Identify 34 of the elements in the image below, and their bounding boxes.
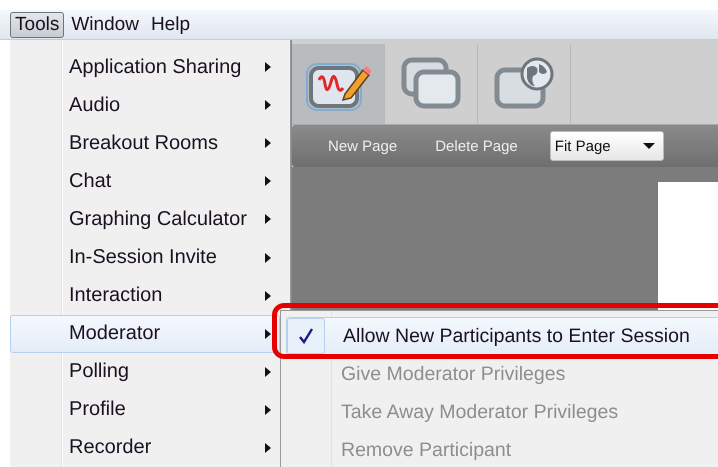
submenu-arrow-icon [265,176,271,186]
submenu-item[interactable]: Allow New Participants to Enter Session [286,317,718,355]
submenu-arrow-icon [265,328,271,339]
menu-title[interactable]: Window [66,12,144,38]
zoom-dropdown[interactable]: Fit Page [550,131,664,161]
caret-icon [642,143,655,149]
submenu-arrow-icon [265,404,271,415]
submenu-item: Give Moderator Privileges [340,362,566,386]
submenu-arrow-icon [265,138,271,148]
menu-item[interactable]: Recorder [10,428,280,467]
menu-item[interactable]: In-Session Invite [10,238,280,277]
menu-item[interactable]: Interaction [10,276,280,315]
menu-item[interactable]: Moderator [10,314,280,353]
submenu-arrow-icon [265,366,271,377]
submenu-arrow-icon [265,290,271,301]
menu-title[interactable]: Help [146,12,196,38]
menu-item[interactable]: Breakout Rooms [10,124,280,162]
submenu-arrow-icon [265,62,271,72]
menu-item[interactable]: Polling [10,352,280,391]
submenu-item: Remove Participant [340,438,512,462]
submenu-item: Take Away Moderator Privileges [340,400,620,424]
menu-item[interactable]: Graphing Calculator [10,200,280,238]
menu-item[interactable]: Application Sharing [10,48,280,86]
menu-item[interactable]: Chat [10,162,280,200]
menu-title[interactable]: Tools [10,12,64,38]
submenu-arrow-icon [265,252,271,263]
submenu-arrow-icon [265,442,271,453]
toolbar-button[interactable]: Delete Page [435,138,518,154]
toolbar-tab[interactable] [292,44,385,124]
submenu-arrow-icon [265,100,271,110]
menu-item[interactable]: Audio [10,86,280,124]
toolbar-button[interactable]: New Page [328,138,398,154]
submenu-arrow-icon [265,214,271,224]
menu-item[interactable]: Profile [10,390,280,429]
